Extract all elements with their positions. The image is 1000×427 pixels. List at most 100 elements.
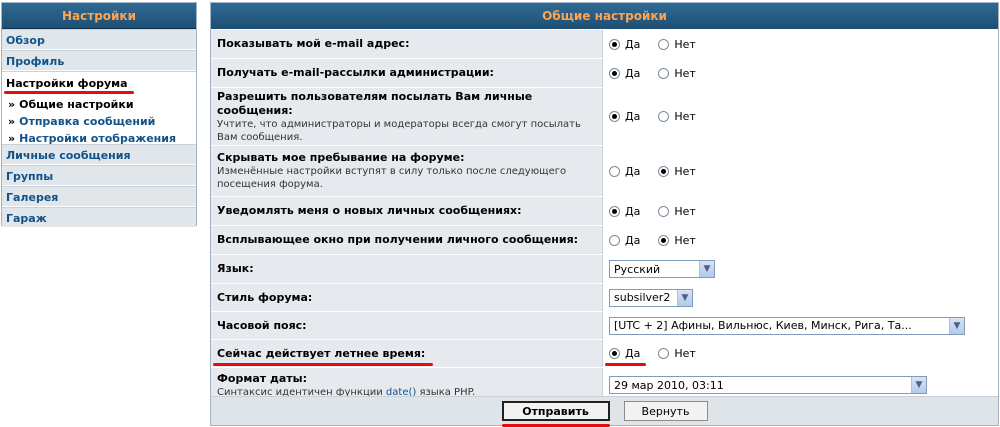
setting-row: Получать e-mail-рассылки администрации: Д…: [211, 58, 998, 87]
yes-label: Да: [625, 204, 641, 218]
radio-checked-icon: [609, 348, 620, 359]
dst-no-radio[interactable]: Нет: [658, 347, 696, 360]
date-format-value: 29 мар 2010, 03:11: [614, 378, 724, 392]
nav-subitem-label: Отправка сообщений: [19, 115, 156, 128]
submit-button[interactable]: Отправить: [501, 401, 610, 427]
setting-label: Разрешить пользователям посылать Вам лич…: [217, 89, 533, 117]
yes-no-radio-group: Да Нет: [609, 234, 714, 247]
panel-title: Общие настройки: [211, 3, 998, 29]
chevron-down-icon: ▼: [677, 289, 692, 306]
yes-radio[interactable]: Да: [609, 165, 640, 178]
radio-unchecked-icon: [658, 111, 670, 122]
nav-item-overview[interactable]: Обзор: [2, 29, 196, 50]
setting-row: Разрешить пользователям посылать Вам лич…: [211, 87, 998, 145]
bullet-icon: »: [8, 132, 16, 145]
radio-unchecked-icon: [658, 205, 670, 217]
chevron-down-icon: ▼: [949, 317, 964, 334]
no-label: Нет: [674, 347, 696, 360]
yes-radio[interactable]: Да: [609, 234, 640, 247]
setting-label: Показывать мой e-mail адрес:: [217, 37, 410, 50]
nav-item-garage[interactable]: Гараж: [2, 207, 196, 228]
radio-unchecked-icon: [609, 234, 620, 246]
yes-radio[interactable]: Да: [609, 110, 640, 123]
setting-row: Уведомлять меня о новых личных сообщения…: [211, 196, 998, 225]
bullet-icon: »: [8, 115, 16, 128]
radio-unchecked-icon: [609, 165, 620, 177]
radio-unchecked-icon: [658, 348, 670, 359]
nav-item-forum-settings[interactable]: Настройки форума: [4, 76, 134, 94]
setting-row: Показывать мой e-mail адрес: Да Нет: [211, 29, 998, 58]
settings-nav: Настройки Обзор Профиль Настройки форума…: [1, 2, 197, 228]
radio-checked-icon: [609, 205, 620, 217]
chevron-down-icon: ▼: [699, 261, 714, 277]
style-value: subsilver2: [614, 291, 671, 304]
reset-button[interactable]: Вернуть: [623, 401, 708, 421]
setting-row: Всплывающее окно при получении личного с…: [211, 225, 998, 254]
yes-radio[interactable]: Да: [609, 38, 640, 51]
general-settings-panel: Общие настройки Показывать мой e-mail ад…: [210, 2, 999, 427]
timezone-select[interactable]: [UTC + 2] Афины, Вильнюс, Киев, Минск, Р…: [609, 316, 965, 335]
date-format-label: Формат даты:: [217, 371, 307, 385]
no-radio[interactable]: Нет: [658, 233, 696, 247]
no-label: Нет: [674, 233, 696, 247]
no-label: Нет: [674, 164, 696, 178]
chevron-down-icon: ▼: [911, 377, 926, 393]
yes-no-radio-group: Да Нет: [609, 110, 714, 123]
no-radio[interactable]: Нет: [658, 110, 696, 123]
nav-subitem-label: Настройки отображения: [19, 132, 177, 145]
no-radio[interactable]: Нет: [658, 37, 696, 51]
nav-item-profile[interactable]: Профиль: [2, 50, 196, 71]
yes-label: Да: [625, 164, 641, 178]
radio-checked-icon: [609, 38, 620, 50]
yes-radio[interactable]: Да: [609, 205, 640, 218]
nav-subitem-posting[interactable]: » Отправка сообщений: [6, 113, 196, 130]
dst-yes-radio[interactable]: Да: [604, 347, 647, 366]
setting-label: Всплывающее окно при получении личного с…: [217, 233, 579, 246]
nav-subitem-label: Общие настройки: [19, 98, 134, 111]
timezone-label: Часовой пояс:: [217, 318, 307, 332]
setting-label: Уведомлять меня о новых личных сообщения…: [217, 204, 522, 217]
no-radio[interactable]: Нет: [658, 66, 696, 80]
setting-row: Скрывать мое пребывание на форуме: Изменё…: [211, 145, 998, 196]
setting-hint: Изменённые настройки вступят в силу толь…: [217, 166, 567, 190]
yes-no-radio-group: Да Нет: [609, 205, 714, 218]
setting-label: Скрывать мое пребывание на форуме:: [217, 151, 465, 164]
radio-unchecked-icon: [658, 67, 670, 79]
radio-unchecked-icon: [658, 38, 670, 50]
style-row: Стиль форума: subsilver2 ▼: [211, 283, 998, 311]
style-label: Стиль форума:: [217, 290, 313, 304]
yes-radio[interactable]: Да: [609, 67, 640, 80]
setting-hint: Учтите, что администраторы и модераторы …: [217, 118, 581, 143]
radio-checked-icon: [609, 67, 620, 79]
radio-checked-icon: [609, 111, 620, 122]
nav-title: Настройки: [2, 3, 196, 29]
no-label: Нет: [674, 110, 696, 123]
no-label: Нет: [674, 204, 696, 218]
yes-label: Да: [625, 66, 641, 80]
yes-no-radio-group: Да Нет: [609, 38, 714, 51]
language-select[interactable]: Русский ▼: [609, 260, 715, 278]
yes-label: Да: [625, 37, 641, 51]
nav-item-private-messages[interactable]: Личные сообщения: [2, 144, 196, 165]
nav-item-groups[interactable]: Группы: [2, 165, 196, 186]
no-label: Нет: [674, 37, 696, 51]
nav-section-forum-settings: Настройки форума » Общие настройки » Отпра…: [2, 71, 196, 145]
dst-label: Сейчас действует летнее время:: [212, 346, 434, 366]
radio-checked-icon: [658, 165, 670, 177]
language-value: Русский: [614, 262, 661, 276]
style-select[interactable]: subsilver2 ▼: [609, 288, 693, 307]
dst-row: Сейчас действует летнее время: Да Нет: [211, 339, 998, 367]
yes-label: Да: [625, 233, 641, 247]
nav-item-gallery[interactable]: Галерея: [2, 186, 196, 207]
no-radio[interactable]: Нет: [658, 204, 696, 218]
radio-checked-icon: [658, 234, 670, 246]
no-label: Нет: [674, 66, 696, 80]
dst-radio-group: Да Нет: [604, 347, 714, 366]
date-format-select[interactable]: 29 мар 2010, 03:11 ▼: [609, 376, 927, 394]
no-radio[interactable]: Нет: [658, 164, 696, 178]
form-footer: Отправить Вернуть: [211, 396, 998, 427]
nav-subitem-general[interactable]: » Общие настройки: [6, 96, 196, 113]
bullet-icon: »: [8, 98, 16, 111]
setting-label: Получать e-mail-рассылки администрации:: [217, 66, 494, 79]
language-row: Язык: Русский ▼: [211, 254, 998, 283]
